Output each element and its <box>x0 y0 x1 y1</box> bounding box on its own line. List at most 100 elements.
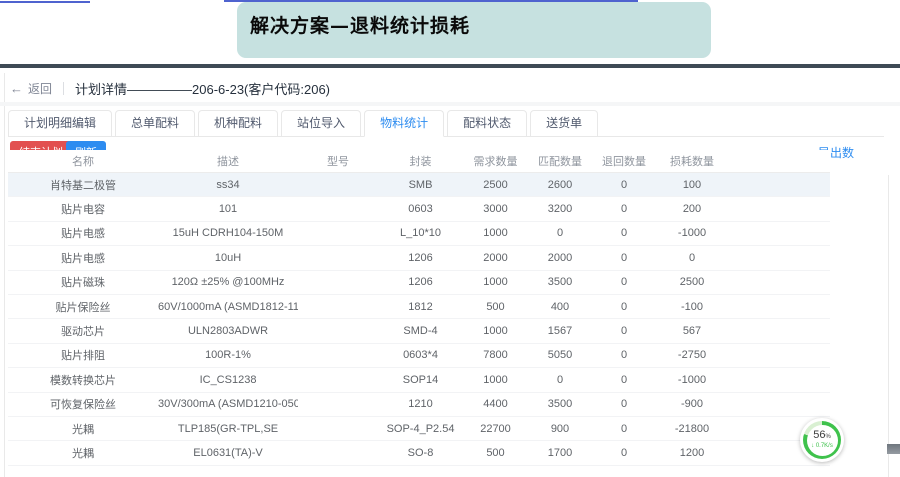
table-row[interactable]: 贴片排阻100R-1% 0603*4780050500-2750 <box>8 344 830 368</box>
tab-0[interactable]: 计划明细编辑 <box>8 110 112 137</box>
cell-package: SOP-4_P2.54 <box>378 423 463 435</box>
percent-sign: % <box>825 434 830 440</box>
back-button[interactable]: ← 返回 <box>10 80 52 97</box>
cell-demand: 7800 <box>463 349 528 361</box>
cell-returned: 0 <box>592 301 656 313</box>
cell-desc: 30V/300mA (ASMD1210-050-24V) <box>158 398 298 410</box>
cell-matched: 0 <box>528 374 592 386</box>
cell-name: 贴片电感 <box>8 225 158 241</box>
cell-returned: 0 <box>592 447 656 459</box>
cell-loss: -100 <box>656 301 728 313</box>
table-row[interactable]: 贴片电感10uH12062000200000 <box>8 246 830 270</box>
cell-matched: 2600 <box>528 179 592 191</box>
cell-returned: 0 <box>592 325 656 337</box>
tab-5[interactable]: 配料状态 <box>447 110 527 137</box>
slide-canvas: 解决方案—退料统计损耗 ← 返回 计划详情—————206-6-23(客户代码:… <box>0 0 900 477</box>
section-divider <box>0 102 900 106</box>
col-header-model: 型号 <box>298 153 378 169</box>
cell-package: 1206 <box>378 276 463 288</box>
table-row[interactable]: 可恢复保险丝30V/300mA (ASMD1210-050-24V)121044… <box>8 393 830 417</box>
cell-returned: 0 <box>592 276 656 288</box>
page-title: 计划详情—————206-6-23(客户代码:206) <box>75 79 330 98</box>
cell-matched: 5050 <box>528 349 592 361</box>
cell-name: 贴片电感 <box>8 250 158 266</box>
tab-4[interactable]: 物料统计 <box>364 110 444 137</box>
cell-package: SMD-4 <box>378 325 463 337</box>
table-row[interactable]: 光耦TLP185(GR-TPL,SESOP-4_P2.54227009000-2… <box>8 417 830 441</box>
cell-demand: 2500 <box>463 179 528 191</box>
cell-loss: -1000 <box>656 227 728 239</box>
cell-matched: 2000 <box>528 252 592 264</box>
download-progress-badge: 56% ↓ 0.7K/s <box>800 418 844 462</box>
progress-ring: 56% ↓ 0.7K/s <box>803 421 841 459</box>
table-header-row: 名称描述型号封装需求数量匹配数量退回数量损耗数量 <box>8 150 830 173</box>
cell-returned: 0 <box>592 203 656 215</box>
slide-title: 解决方案—退料统计损耗 <box>250 15 470 37</box>
cell-loss: -2750 <box>656 349 728 361</box>
col-header-desc: 描述 <box>158 153 298 169</box>
back-label: 返回 <box>28 80 52 97</box>
table-row[interactable]: 驱动芯片ULN2803ADWRSMD-4100015670567 <box>8 319 830 343</box>
col-header-loss: 损耗数量 <box>656 153 728 169</box>
cell-matched: 3500 <box>528 398 592 410</box>
cell-name: 肖特基二极管 <box>8 177 158 193</box>
cell-desc: ss34 <box>158 179 298 191</box>
cell-loss: 0 <box>656 252 728 264</box>
cell-desc: 120Ω ±25% @100MHz <box>158 276 298 288</box>
cell-matched: 1700 <box>528 447 592 459</box>
cell-package: 1206 <box>378 252 463 264</box>
cell-desc: 15uH CDRH104-150M <box>158 227 298 239</box>
cell-package: 1812 <box>378 301 463 313</box>
cell-name: 贴片保险丝 <box>8 299 158 315</box>
cell-desc: 60V/1000mA (ASMD1812-110-33V) <box>158 301 298 313</box>
col-header-package: 封装 <box>378 153 463 169</box>
cell-loss: 100 <box>656 179 728 191</box>
cell-matched: 3500 <box>528 276 592 288</box>
table-row[interactable]: 贴片保险丝60V/1000mA (ASMD1812-110-33V)181250… <box>8 295 830 319</box>
table-row[interactable]: 贴片磁珠120Ω ±25% @100MHz12061000350002500 <box>8 271 830 295</box>
cell-desc: 100R-1% <box>158 349 298 361</box>
cell-loss: 2500 <box>656 276 728 288</box>
cell-name: 贴片排阻 <box>8 347 158 363</box>
cell-loss: -900 <box>656 398 728 410</box>
scrollbar-thumb[interactable] <box>887 444 900 454</box>
table-row[interactable]: 光耦EL0631(TA)-VSO-8500170001200 <box>8 441 830 465</box>
cell-matched: 0 <box>528 227 592 239</box>
cell-package: 1210 <box>378 398 463 410</box>
cell-returned: 0 <box>592 423 656 435</box>
cell-demand: 4400 <box>463 398 528 410</box>
cell-matched: 900 <box>528 423 592 435</box>
vertical-divider <box>63 82 64 95</box>
table-row[interactable]: 贴片电容1010603300032000200 <box>8 197 830 221</box>
cell-loss: -21800 <box>656 423 728 435</box>
cell-desc: 101 <box>158 203 298 215</box>
cell-desc: 10uH <box>158 252 298 264</box>
cell-matched: 3200 <box>528 203 592 215</box>
cell-name: 模数转换芯片 <box>8 372 158 388</box>
app-right-border <box>888 175 889 477</box>
cell-name: 贴片磁珠 <box>8 274 158 290</box>
cell-desc: IC_CS1238 <box>158 374 298 386</box>
cell-name: 贴片电容 <box>8 201 158 217</box>
top-decoration-line-left <box>0 1 90 3</box>
col-header-demand: 需求数量 <box>463 153 528 169</box>
cell-demand: 22700 <box>463 423 528 435</box>
table-row[interactable]: 模数转换芯片IC_CS1238SOP14100000-1000 <box>8 368 830 392</box>
tab-3[interactable]: 站位导入 <box>281 110 361 137</box>
cell-package: 0603*4 <box>378 349 463 361</box>
cell-returned: 0 <box>592 227 656 239</box>
cell-demand: 1000 <box>463 374 528 386</box>
cell-returned: 0 <box>592 349 656 361</box>
col-header-name: 名称 <box>8 153 158 169</box>
cell-package: SOP14 <box>378 374 463 386</box>
breadcrumb: ← 返回 计划详情—————206-6-23(客户代码:206) <box>10 75 330 101</box>
cell-matched: 1567 <box>528 325 592 337</box>
tab-2[interactable]: 机种配料 <box>198 110 278 137</box>
table-row[interactable]: 肖特基二极管ss34SMB250026000100 <box>8 173 830 197</box>
col-header-returned: 退回数量 <box>592 153 656 169</box>
tab-1[interactable]: 总单配料 <box>115 110 195 137</box>
download-speed: ↓ 0.7K/s <box>811 443 833 450</box>
tab-6[interactable]: 送货单 <box>530 110 598 137</box>
table-row[interactable]: 贴片电感15uH CDRH104-150ML_10*10100000-1000 <box>8 222 830 246</box>
cell-returned: 0 <box>592 179 656 191</box>
